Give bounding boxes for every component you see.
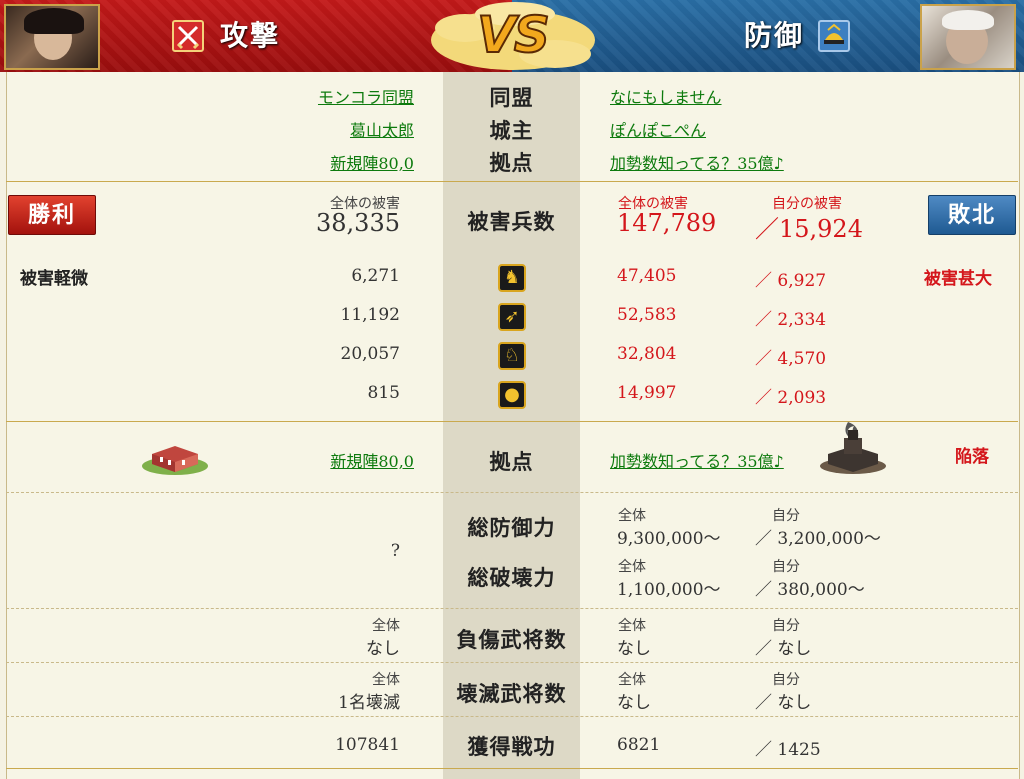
destroyed-defender-total: なし <box>617 693 651 713</box>
destroy-total-value: 1,100,000～ <box>617 580 721 600</box>
merit-label: 獲得戦功 <box>467 734 556 759</box>
defender-spearman-loss: 47,405 <box>617 266 677 286</box>
defender-own-siege-loss: ／ 2,093 <box>755 388 827 408</box>
defender-base-result-link[interactable]: 加勢数知ってる？35億♪ <box>610 448 784 472</box>
defender-alliance-link[interactable]: なにもしません <box>610 84 722 108</box>
casualties-label: 被害兵数 <box>467 209 556 234</box>
fallen-castle-icon <box>820 422 886 474</box>
attacker-spearman-loss: 6,271 <box>351 266 400 286</box>
defender-total-damage: 147,789 <box>617 209 717 237</box>
siege-icon: ● <box>498 381 526 409</box>
destroyed-defender-own: ／ なし <box>755 693 812 713</box>
defender-own-cavalry-loss: ／ 4,570 <box>755 349 827 369</box>
alliance-label: 同盟 <box>489 85 534 110</box>
defense-title: 防御 <box>744 19 805 52</box>
destroyed-generals-label: 壊滅武将数 <box>456 681 567 706</box>
base-result-label: 拠点 <box>489 449 534 474</box>
vs-label: VS <box>476 5 551 65</box>
spearman-icon: ♞ <box>498 264 526 292</box>
defender-damage-status: 被害甚大 <box>924 269 992 289</box>
archer-icon: ➶ <box>498 303 526 331</box>
destroyed-attacker-value: 1名壊滅 <box>338 693 400 713</box>
attacker-archer-loss: 11,192 <box>340 305 400 325</box>
injured-generals-label: 負傷武将数 <box>456 627 567 652</box>
injured-attacker-all-label: 全体 <box>372 618 400 634</box>
injured-defender-all-label: 全体 <box>618 618 646 634</box>
defender-archer-loss: 52,583 <box>617 305 677 325</box>
defense-own-value: ／ 3,200,000～ <box>755 529 881 549</box>
divider <box>6 492 1018 493</box>
defender-own-archer-loss: ／ 2,334 <box>755 310 827 330</box>
divider <box>6 716 1018 717</box>
helmet-icon <box>818 20 850 52</box>
attacker-merit: 107841 <box>335 735 400 755</box>
destroy-own-value: ／ 380,000～ <box>755 580 865 600</box>
defender-own-damage: ／15,924 <box>755 215 863 243</box>
total-defense-label: 総防御力 <box>467 515 556 540</box>
victory-badge: 勝利 <box>8 195 96 235</box>
defeat-badge: 敗北 <box>928 195 1016 235</box>
injured-defender-own: ／ なし <box>755 639 812 659</box>
divider <box>6 181 1018 182</box>
defense-total-value: 9,300,000～ <box>617 529 721 549</box>
defender-merit-total: 6821 <box>617 735 661 755</box>
defender-siege-loss: 14,997 <box>617 383 677 403</box>
attacker-power-value: ? <box>390 541 400 561</box>
defender-portrait[interactable] <box>920 4 1016 70</box>
defender-merit-own: ／ 1425 <box>755 740 821 760</box>
defender-base-link[interactable]: 加勢数知ってる？35億♪ <box>610 150 784 174</box>
attacker-portrait[interactable] <box>4 4 100 70</box>
divider <box>6 768 1018 769</box>
destroyed-defender-all-label: 全体 <box>618 672 646 688</box>
attacker-base-link[interactable]: 新規陣80,0 <box>200 150 414 174</box>
destroyed-defender-own-label: 自分 <box>772 672 800 688</box>
attacker-alliance-link[interactable]: モンコラ同盟 <box>200 84 414 108</box>
defense-all-label: 全体 <box>618 508 646 524</box>
crossed-swords-icon <box>172 20 204 52</box>
base-label: 拠点 <box>489 150 534 175</box>
attacker-damage-status: 被害軽微 <box>20 269 88 289</box>
attacker-total-damage: 38,335 <box>316 209 400 237</box>
divider <box>6 608 1018 609</box>
base-fallen-status: 陥落 <box>955 447 989 467</box>
attacker-lord-link[interactable]: 葛山太郎 <box>200 117 414 141</box>
label-column <box>443 72 580 779</box>
divider <box>6 662 1018 663</box>
attacker-cavalry-loss: 20,057 <box>340 344 400 364</box>
destroy-all-label: 全体 <box>618 559 646 575</box>
attacker-base-result-link[interactable]: 新規陣80,0 <box>200 448 414 472</box>
defense-own-label: 自分 <box>772 508 800 524</box>
injured-attacker-value: なし <box>366 639 400 659</box>
attacker-siege-loss: 815 <box>367 383 400 403</box>
defender-lord-link[interactable]: ぽんぽこぺん <box>610 117 706 141</box>
defender-own-spearman-loss: ／ 6,927 <box>755 271 827 291</box>
lord-label: 城主 <box>489 118 534 143</box>
destroy-own-label: 自分 <box>772 559 800 575</box>
cavalry-icon: ♘ <box>498 342 526 370</box>
injured-defender-total: なし <box>617 639 651 659</box>
attack-title: 攻撃 <box>220 19 281 52</box>
defender-cavalry-loss: 32,804 <box>617 344 677 364</box>
destroyed-attacker-all-label: 全体 <box>372 672 400 688</box>
total-destroy-label: 総破壊力 <box>467 565 556 590</box>
injured-defender-own-label: 自分 <box>772 618 800 634</box>
